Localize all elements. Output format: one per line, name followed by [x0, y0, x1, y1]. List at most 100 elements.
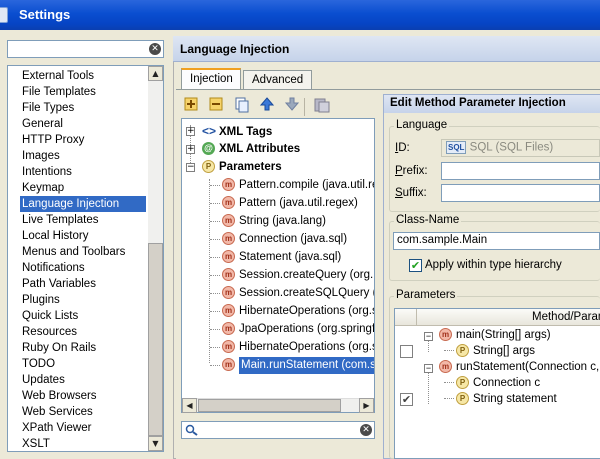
expand-xml-attributes-icon[interactable]: +	[186, 145, 195, 154]
tree-group-xml-attributes[interactable]: @ XML Attributes	[202, 140, 300, 158]
classname-field[interactable]: com.sample.Main	[393, 232, 600, 250]
toolbar-separator	[304, 98, 305, 116]
settings-category-item[interactable]: TODO	[8, 356, 148, 372]
settings-category-item[interactable]: General	[8, 116, 148, 132]
params-guide	[428, 373, 429, 404]
add-icon[interactable]	[182, 97, 200, 115]
category-scrollbar[interactable]: ▲ ▼	[148, 66, 163, 451]
tree-parameter-item[interactable]: m Pattern (java.util.regex)	[222, 194, 358, 212]
parameters-group-label: Parameters	[394, 289, 458, 301]
params-param-row[interactable]: P Connection c	[444, 375, 540, 391]
settings-category-item[interactable]: External Tools	[8, 68, 148, 84]
settings-category-item[interactable]: Ruby On Rails	[8, 340, 148, 356]
settings-category-item[interactable]: HTTP Proxy	[8, 132, 148, 148]
language-id-hint: (SQL Files)	[495, 141, 554, 154]
expand-xml-tags-icon[interactable]: +	[186, 127, 195, 136]
apply-hierarchy-checkbox[interactable]: ✔	[409, 259, 422, 272]
params-method-row[interactable]: − m runStatement(Connection c, S	[424, 359, 600, 375]
settings-category-item[interactable]: Resources	[8, 324, 148, 340]
language-id-select[interactable]: SQL SQL (SQL Files)	[441, 139, 600, 157]
params-param-row[interactable]: P String[] args	[444, 343, 535, 359]
tree-parameter-item[interactable]: m HibernateOperations (org.s	[222, 302, 374, 320]
tree-parameter-item[interactable]: m Session.createQuery (org.h	[222, 266, 374, 284]
suffix-label: Suffix:	[395, 187, 427, 199]
suffix-field[interactable]	[441, 184, 600, 202]
settings-category-item[interactable]: Notifications	[8, 260, 148, 276]
tree-parameter-item[interactable]: m String (java.lang)	[222, 212, 326, 230]
settings-category-item[interactable]: File Templates	[8, 84, 148, 100]
parameter-icon: P	[456, 392, 469, 406]
clear-search-icon[interactable]: ✕	[149, 43, 161, 55]
tree-scroll-thumb[interactable]	[198, 399, 341, 412]
method-icon: m	[222, 214, 235, 228]
method-icon: m	[222, 232, 235, 246]
tree-parameter-item[interactable]: m Connection (java.sql)	[222, 230, 347, 248]
tree-guide	[210, 239, 220, 240]
prefix-field[interactable]	[441, 162, 600, 180]
settings-category-item[interactable]: Path Variables	[8, 276, 148, 292]
settings-category-item[interactable]: XSLT	[8, 436, 148, 451]
clear-filter-icon[interactable]: ✕	[360, 424, 372, 436]
params-row-label: main(String[] args)	[456, 329, 551, 341]
scroll-down-icon[interactable]: ▼	[148, 436, 163, 451]
search-icon	[185, 424, 198, 436]
tree-guide	[210, 365, 220, 366]
remove-icon[interactable]	[207, 97, 225, 115]
tree-group-xml-tags[interactable]: <> XML Tags	[202, 122, 272, 140]
settings-category-item[interactable]: Local History	[8, 228, 148, 244]
settings-search-input[interactable]: ✕	[7, 40, 164, 58]
settings-category-item[interactable]: Language Injection	[20, 196, 146, 212]
collapse-method-icon[interactable]: −	[424, 364, 433, 373]
tree-parameter-label: Pattern (java.util.regex)	[239, 197, 358, 209]
params-row-label: runStatement(Connection c, S	[456, 361, 600, 373]
header-divider	[416, 309, 417, 326]
tree-parameter-item[interactable]: m Pattern.compile (java.util.re	[222, 176, 374, 194]
method-param-column-header[interactable]: Method/Param	[532, 311, 600, 323]
settings-category-item[interactable]: Web Services	[8, 404, 148, 420]
settings-category-item[interactable]: Live Templates	[8, 212, 148, 228]
collapse-method-icon[interactable]: −	[424, 332, 433, 341]
copy-icon[interactable]	[233, 97, 251, 115]
method-icon: m	[222, 268, 235, 282]
tree-filter-input[interactable]: ✕	[181, 421, 375, 439]
import-icon[interactable]	[313, 97, 331, 115]
tree-parameter-item[interactable]: m Main.runStatement (com.sa	[222, 356, 374, 374]
tree-guide	[210, 185, 220, 186]
scroll-left-icon[interactable]: ◀	[182, 398, 197, 413]
sql-icon: SQL	[446, 141, 467, 154]
settings-category-item[interactable]: Keymap	[8, 180, 148, 196]
collapse-parameters-icon[interactable]: −	[186, 163, 195, 172]
method-icon: m	[222, 196, 235, 210]
scroll-right-icon[interactable]: ▶	[359, 398, 374, 413]
tree-parameter-item[interactable]: m Statement (java.sql)	[222, 248, 341, 266]
tab-injection[interactable]: Injection	[181, 68, 241, 90]
arrow-down-icon[interactable]	[283, 97, 301, 115]
settings-category-item[interactable]: Images	[8, 148, 148, 164]
settings-category-item[interactable]: Quick Lists	[8, 308, 148, 324]
param-inject-checkbox[interactable]: ✔	[400, 393, 413, 406]
tree-parameter-item[interactable]: m HibernateOperations (org.s	[222, 338, 374, 356]
tree-guide	[210, 347, 220, 348]
params-row-label: String statement	[473, 393, 557, 405]
tab-advanced[interactable]: Advanced	[243, 70, 312, 90]
scroll-up-icon[interactable]: ▲	[148, 66, 163, 81]
settings-category-item[interactable]: File Types	[8, 100, 148, 116]
tree-guide	[210, 221, 220, 222]
settings-category-item[interactable]: Web Browsers	[8, 388, 148, 404]
tree-parameter-item[interactable]: m JpaOperations (org.springfr	[222, 320, 374, 338]
params-param-row[interactable]: P String statement	[444, 391, 557, 407]
scroll-thumb[interactable]	[148, 243, 163, 436]
tree-guide	[210, 257, 220, 258]
settings-category-item[interactable]: Intentions	[8, 164, 148, 180]
settings-category-item[interactable]: XPath Viewer	[8, 420, 148, 436]
settings-category-item[interactable]: Menus and Toolbars	[8, 244, 148, 260]
settings-category-item[interactable]: Updates	[8, 372, 148, 388]
arrow-up-icon[interactable]	[258, 97, 276, 115]
params-method-row[interactable]: − m main(String[] args)	[424, 327, 551, 343]
params-row-label: Connection c	[473, 377, 541, 389]
tree-parameter-item[interactable]: m Session.createSQLQuery (org.	[222, 284, 374, 302]
param-inject-checkbox[interactable]	[400, 345, 413, 358]
tree-group-parameters[interactable]: P Parameters	[202, 158, 282, 176]
settings-category-item[interactable]: Plugins	[8, 292, 148, 308]
tree-horizontal-scrollbar[interactable]: ◀ ▶	[182, 398, 374, 413]
